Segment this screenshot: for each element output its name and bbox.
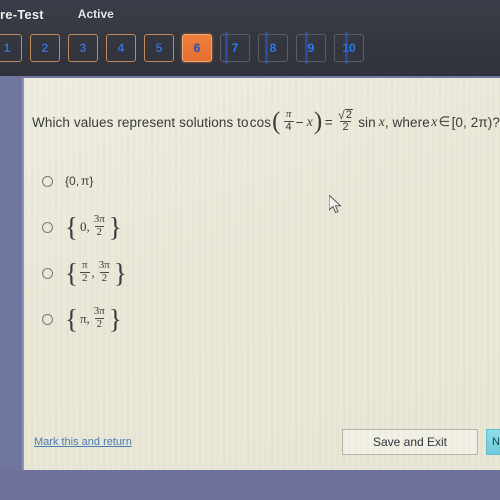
- status-badge: Active: [77, 7, 114, 21]
- question-tab-2-label: 2: [41, 41, 49, 55]
- question-tab-5[interactable]: 5: [144, 34, 174, 62]
- fraction-numerator: 3π: [93, 304, 105, 317]
- question-tab-4-label: 4: [117, 41, 125, 55]
- header-title-group: re-Test Active: [0, 3, 114, 25]
- set-close-brace: }: [113, 257, 127, 288]
- fraction-denominator: 2: [80, 271, 90, 284]
- square-root-icon: √ 2: [336, 107, 355, 122]
- question-tab-4[interactable]: 4: [106, 34, 136, 62]
- radio-button-b[interactable]: [42, 221, 53, 233]
- question-text: Which values represent solutions to cos …: [32, 108, 500, 136]
- sin-function: sin: [358, 114, 376, 130]
- equals-sign: =: [324, 114, 333, 130]
- set-open-brace: {: [65, 211, 78, 242]
- set-comma: ,: [91, 265, 95, 280]
- three-pi-over-two-fraction: 3π 2: [92, 304, 107, 330]
- fraction-denominator: 2: [340, 120, 351, 133]
- next-button[interactable]: Ne: [486, 429, 500, 455]
- cos-function: cos: [249, 114, 272, 130]
- question-tab-6[interactable]: 6: [182, 34, 212, 62]
- question-tab-10[interactable]: 10: [334, 34, 364, 62]
- set-close-brace: }: [89, 174, 94, 188]
- answer-option-a-text: { 0 , π }: [65, 174, 93, 188]
- question-tab-8[interactable]: 8: [258, 34, 288, 62]
- fraction-numerator: π: [81, 258, 88, 271]
- question-tab-list[interactable]: 1 2 3 4 5 6 7 8 9 10: [0, 34, 364, 62]
- set-member-1: 0: [69, 174, 76, 188]
- open-paren: (: [272, 108, 281, 135]
- set-close-brace: }: [108, 303, 122, 334]
- question-tab-1-label: 1: [3, 41, 11, 55]
- set-comma: ,: [86, 219, 90, 234]
- fraction-denominator: 2: [94, 225, 104, 238]
- screen-bezel-bottom: [0, 470, 500, 500]
- set-open-brace: {: [65, 257, 78, 288]
- question-tab-3[interactable]: 3: [68, 34, 98, 62]
- page-title: re-Test: [0, 6, 44, 22]
- mark-this-and-return-link[interactable]: Mark this and return: [34, 436, 132, 448]
- fraction-numerator: 3π: [98, 258, 110, 271]
- domain-interval: [0, 2π)?: [451, 114, 500, 130]
- answer-option-c[interactable]: { π 2 , 3π 2 }: [42, 250, 342, 296]
- set-comma: ,: [75, 174, 80, 188]
- question-tab-8-label: 8: [269, 41, 277, 55]
- question-tab-3-label: 3: [79, 41, 87, 55]
- close-paren: ): [313, 108, 323, 135]
- question-content-panel: Which values represent solutions to cos …: [22, 78, 500, 470]
- question-tab-10-label: 10: [342, 41, 356, 55]
- question-tab-7-label: 7: [231, 41, 239, 55]
- radio-button-a[interactable]: [42, 175, 53, 187]
- set-comma: ,: [86, 311, 90, 326]
- radio-button-d[interactable]: [42, 313, 53, 325]
- three-pi-over-two-fraction: 3π 2: [92, 212, 107, 238]
- answer-option-b[interactable]: { 0 , 3π 2 }: [42, 204, 342, 250]
- question-tab-5-label: 5: [155, 41, 163, 55]
- radicand: 2: [344, 108, 354, 121]
- pi-over-four-fraction: π 4: [283, 107, 294, 133]
- fraction-denominator: 2: [94, 317, 105, 330]
- question-tab-6-label: 6: [193, 41, 201, 55]
- question-tab-1[interactable]: 1: [0, 34, 22, 62]
- set-member-1: π: [79, 311, 87, 326]
- question-tab-9-label: 9: [307, 41, 315, 55]
- three-pi-over-two-fraction: 3π 2: [97, 258, 112, 284]
- fraction-denominator: 2: [99, 271, 110, 284]
- question-tab-9[interactable]: 9: [296, 34, 326, 62]
- question-lead: Which values represent solutions to: [32, 114, 249, 130]
- answer-option-b-text: { 0 , 3π 2 }: [65, 211, 122, 242]
- answer-option-a[interactable]: { 0 , π }: [42, 158, 342, 204]
- question-tail: , where: [384, 114, 430, 130]
- test-header-bar: re-Test Active 1 2 3 4 5 6 7 8 9 10: [0, 0, 500, 76]
- question-tab-7[interactable]: 7: [220, 34, 250, 62]
- set-close-brace: }: [108, 211, 122, 242]
- minus-sign: −: [295, 114, 304, 130]
- pi-over-two-fraction: π 2: [80, 258, 90, 284]
- sqrt2-over-two-fraction: √ 2 2: [336, 107, 355, 134]
- radio-button-c[interactable]: [42, 267, 53, 279]
- answer-option-c-text: { π 2 , 3π 2 }: [65, 257, 127, 288]
- variable-x: x: [306, 114, 313, 129]
- save-and-exit-button[interactable]: Save and Exit: [342, 429, 478, 455]
- element-of-symbol: ∈: [438, 114, 451, 129]
- domain-variable: x: [431, 114, 438, 129]
- set-member-2: π: [81, 174, 90, 188]
- question-tab-2[interactable]: 2: [30, 34, 60, 62]
- test-screen-photo: re-Test Active 1 2 3 4 5 6 7 8 9 10 Whic…: [0, 0, 500, 500]
- answer-option-d-text: { π , 3π 2 }: [65, 303, 122, 334]
- answer-option-list[interactable]: { 0 , π } { 0 , 3π 2 } {π 2 , 3π 2} {…: [42, 158, 342, 342]
- fraction-denominator: 4: [283, 120, 294, 133]
- answer-option-d[interactable]: { π , 3π 2 }: [42, 296, 342, 342]
- question-footer-bar: Mark this and return Save and Exit Ne: [24, 422, 500, 470]
- set-open-brace: {: [65, 303, 78, 334]
- fraction-numerator: π: [285, 107, 292, 120]
- radical-sign: √: [338, 107, 345, 122]
- fraction-numerator: 3π: [93, 212, 105, 225]
